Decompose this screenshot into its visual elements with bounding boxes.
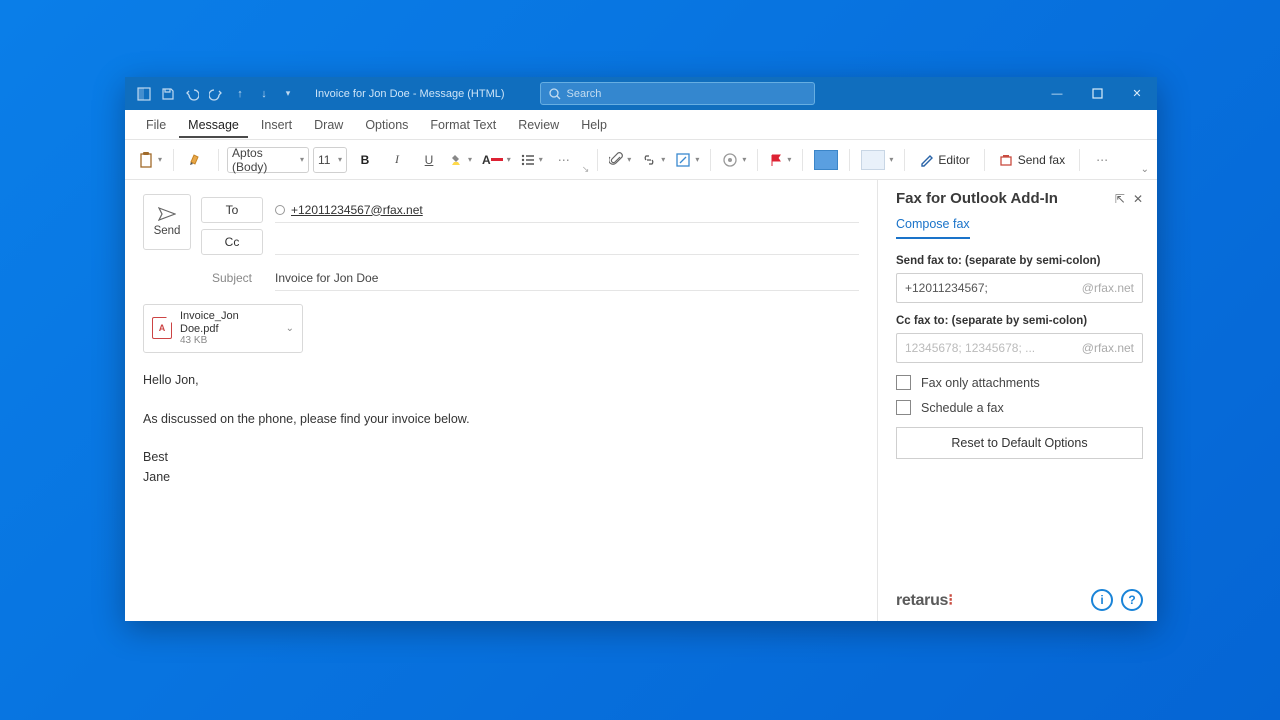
to-recipient[interactable]: +12011234567@rfax.net	[291, 203, 423, 217]
font-combo[interactable]: Aptos (Body)▾	[227, 147, 309, 173]
tab-review[interactable]: Review	[509, 112, 568, 138]
flag-button[interactable]: ▾	[766, 146, 794, 174]
search-placeholder: Search	[567, 88, 602, 100]
cc-button[interactable]: Cc	[201, 229, 263, 255]
save-icon[interactable]	[159, 85, 177, 103]
tab-file[interactable]: File	[137, 112, 175, 138]
redo-icon[interactable]	[207, 85, 225, 103]
search-input[interactable]: Search	[540, 82, 815, 105]
ribbon-tabs: File Message Insert Draw Options Format …	[125, 110, 1157, 140]
titlebar: ↑ ↓ ▾ Invoice for Jon Doe - Message (HTM…	[125, 77, 1157, 110]
policy-button[interactable]: ▾	[719, 146, 749, 174]
quick-access-toolbar: ↑ ↓ ▾	[125, 85, 307, 103]
view-templates-button[interactable]: ▾	[858, 146, 896, 174]
link-button[interactable]: ▾	[638, 146, 668, 174]
more-formatting-button[interactable]: ⋯	[550, 146, 578, 174]
italic-button[interactable]: I	[383, 146, 411, 174]
underline-button[interactable]: U	[415, 146, 443, 174]
recipient-status-icon	[275, 205, 285, 215]
chk-fax-only-attachments[interactable]: Fax only attachments	[896, 375, 1143, 390]
send-icon	[158, 207, 176, 221]
attach-button[interactable]: ▾	[606, 146, 634, 174]
attachment-name: Invoice_Jon Doe.pdf	[180, 310, 278, 335]
immersive-reader-button[interactable]	[811, 146, 841, 174]
fontsize-combo[interactable]: 11▾	[313, 147, 347, 173]
panel-title: Fax for Outlook Add-In	[896, 190, 1058, 207]
window-controls: — ✕	[1037, 77, 1157, 110]
fax-addin-panel: Fax for Outlook Add-In ⇱ ✕ Compose fax S…	[877, 180, 1157, 621]
message-body[interactable]: Hello Jon, As discussed on the phone, pl…	[143, 371, 859, 487]
send-button[interactable]: Send	[143, 194, 191, 250]
bullets-button[interactable]: ▾	[518, 146, 546, 174]
sendfax-button[interactable]: Send fax	[993, 153, 1071, 167]
attachment-chip[interactable]: A Invoice_Jon Doe.pdf 43 KB ⌄	[143, 304, 303, 353]
qat-overflow-icon[interactable]: ▾	[279, 85, 297, 103]
tab-draw[interactable]: Draw	[305, 112, 352, 138]
maximize-button[interactable]	[1077, 77, 1117, 110]
fax-icon	[999, 153, 1013, 167]
app-icon[interactable]	[135, 85, 153, 103]
attachment-size: 43 KB	[180, 335, 278, 347]
minimize-button[interactable]: —	[1037, 77, 1077, 110]
domain-suffix-cc: @rfax.net	[1082, 341, 1134, 355]
checkbox-icon	[896, 375, 911, 390]
paste-button[interactable]: ▾	[135, 146, 165, 174]
chevron-down-icon[interactable]: ⌄	[286, 323, 294, 334]
panel-pin-icon[interactable]: ⇱	[1115, 192, 1125, 206]
fontcolor-button[interactable]: A▾	[479, 146, 514, 174]
tab-options[interactable]: Options	[356, 112, 417, 138]
undo-icon[interactable]	[183, 85, 201, 103]
brand-logo: retarus⁝	[896, 590, 953, 610]
ccfax-to-input[interactable]: 12345678; 12345678; ... @rfax.net	[896, 333, 1143, 363]
ribbon-collapse-icon[interactable]: ⌄	[1141, 164, 1149, 175]
sendfax-to-input[interactable]: +12011234567; @rfax.net	[896, 273, 1143, 303]
ribbon-overflow-button[interactable]: ⋯	[1088, 146, 1116, 174]
subject-label: Subject	[201, 271, 263, 285]
chk-schedule-fax[interactable]: Schedule a fax	[896, 400, 1143, 415]
group-launcher-icon[interactable]: ↘	[582, 164, 590, 175]
search-icon	[549, 88, 561, 100]
highlight-button[interactable]: ▾	[447, 146, 475, 174]
editor-button[interactable]: Editor	[913, 153, 975, 167]
pdf-icon: A	[152, 317, 172, 339]
format-painter-button[interactable]	[182, 146, 210, 174]
sendto-label: Send fax to: (separate by semi-colon)	[896, 255, 1143, 267]
info-icon[interactable]: i	[1091, 589, 1113, 611]
editor-icon	[919, 153, 933, 167]
panel-close-icon[interactable]: ✕	[1133, 192, 1143, 206]
cc-field[interactable]	[275, 229, 859, 255]
help-icon[interactable]: ?	[1121, 589, 1143, 611]
tab-help[interactable]: Help	[572, 112, 616, 138]
tab-message[interactable]: Message	[179, 112, 248, 138]
up-arrow-icon[interactable]: ↑	[231, 85, 249, 103]
window-title: Invoice for Jon Doe - Message (HTML)	[307, 88, 505, 100]
reset-defaults-button[interactable]: Reset to Default Options	[896, 427, 1143, 459]
subject-field[interactable]: Invoice for Jon Doe	[275, 265, 859, 291]
close-button[interactable]: ✕	[1117, 77, 1157, 110]
tab-insert[interactable]: Insert	[252, 112, 301, 138]
checkbox-icon	[896, 400, 911, 415]
signature-button[interactable]: ▾	[672, 146, 702, 174]
outlook-window: ↑ ↓ ▾ Invoice for Jon Doe - Message (HTM…	[125, 77, 1157, 621]
compose-pane: Send To +12011234567@rfax.net Cc	[125, 180, 877, 621]
down-arrow-icon[interactable]: ↓	[255, 85, 273, 103]
to-button[interactable]: To	[201, 197, 263, 223]
tab-formattext[interactable]: Format Text	[421, 112, 505, 138]
ccto-label: Cc fax to: (separate by semi-colon)	[896, 315, 1143, 327]
body-area: Send To +12011234567@rfax.net Cc	[125, 180, 1157, 621]
bold-button[interactable]: B	[351, 146, 379, 174]
address-block: Send To +12011234567@rfax.net Cc	[143, 194, 859, 294]
to-field[interactable]: +12011234567@rfax.net	[275, 197, 859, 223]
ribbon: ▾ Aptos (Body)▾ 11▾ B I U ▾ A▾ ▾ ⋯ ↘ ▾ ▾…	[125, 140, 1157, 180]
panel-tab-compose[interactable]: Compose fax	[896, 217, 970, 239]
domain-suffix: @rfax.net	[1082, 281, 1134, 295]
